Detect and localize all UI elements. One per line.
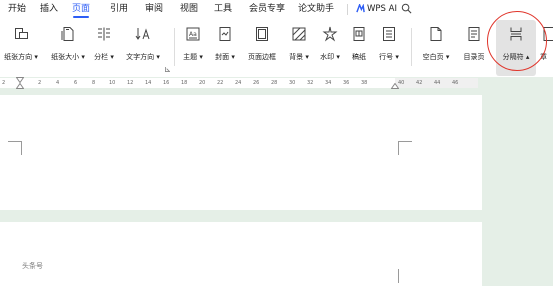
horizontal-ruler[interactable]: 2 2 4 6 8 10 12 14 16 18 20 22 24 26 28 … xyxy=(0,77,553,89)
page-orientation-icon xyxy=(15,28,28,39)
wps-ai-logo-icon xyxy=(356,2,365,13)
tab-home[interactable]: 开始 xyxy=(8,0,26,18)
background-button[interactable]: 背景 ▾ xyxy=(287,20,311,76)
cover-label: 封面 xyxy=(215,53,230,61)
left-indent-marker[interactable] xyxy=(16,83,24,89)
tab-view[interactable]: 视图 xyxy=(180,0,198,18)
ruler-tick: 44 xyxy=(434,80,441,86)
blank-page-label: 空白页 xyxy=(422,53,444,61)
cover-icon xyxy=(219,27,231,41)
separator-label: 分隔符 xyxy=(502,53,524,61)
ruler-tick: 2 xyxy=(38,80,42,86)
right-indent-marker[interactable] xyxy=(391,83,399,89)
ruler-tick: 6 xyxy=(74,80,78,86)
svg-text:Aa: Aa xyxy=(189,31,197,38)
background-icon xyxy=(292,27,306,41)
ruler-tick: 14 xyxy=(145,80,152,86)
theme-icon: Aa xyxy=(186,27,200,41)
toc-page-button[interactable]: 目录页 xyxy=(461,20,487,76)
page-orientation-button[interactable]: 纸张方向 ▾ xyxy=(2,20,40,76)
ruler-tick: 38 xyxy=(361,80,368,86)
tab-paper-assistant[interactable]: 论文助手 xyxy=(298,0,334,18)
margin-corner-mark xyxy=(398,141,412,155)
search-icon[interactable] xyxy=(401,3,412,14)
ruler-tick: 46 xyxy=(452,80,459,86)
ruler-tick: 36 xyxy=(343,80,350,86)
background-label: 背景 xyxy=(289,53,304,61)
menu-separator xyxy=(347,4,348,15)
tab-tools[interactable]: 工具 xyxy=(214,0,232,18)
text-direction-label: 文字方向 xyxy=(126,53,155,61)
columns-button[interactable]: 分栏 ▾ xyxy=(93,20,115,76)
ruler-tick: 24 xyxy=(235,80,242,86)
wps-ai-label: WPS AI xyxy=(367,4,397,14)
ruler-tick: 32 xyxy=(307,80,314,86)
ribbon-separator xyxy=(411,28,412,66)
page-border-button[interactable]: 页面边框 xyxy=(245,20,279,76)
section-label: 章 xyxy=(540,53,547,61)
ruler-tick: 8 xyxy=(92,80,96,86)
separator-button[interactable]: 分隔符 ▴ xyxy=(496,20,536,76)
dialog-launcher-icon[interactable] xyxy=(165,67,170,72)
text-direction-button[interactable]: 文字方向 ▾ xyxy=(124,20,162,76)
manuscript-paper-button[interactable]: 稿纸 xyxy=(350,20,368,76)
page-size-label: 纸张大小 xyxy=(51,53,80,61)
ruler-tick: 30 xyxy=(289,80,296,86)
manuscript-paper-label: 稿纸 xyxy=(352,53,366,61)
wps-ai-button[interactable]: WPS AI xyxy=(356,0,397,18)
text-direction-icon xyxy=(135,28,150,40)
tab-member[interactable]: 会员专享 xyxy=(249,0,285,18)
ruler-tick: 2 xyxy=(2,80,6,86)
margin-corner-mark xyxy=(8,141,22,155)
ribbon-toolbar: 纸张方向 ▾ 纸张大小 ▾ 分栏 ▾ 文字方向 ▾ Aa 主题 ▾ 封面 ▾ 页… xyxy=(0,20,553,78)
ruler-tick: 10 xyxy=(109,80,116,86)
line-numbers-button[interactable]: 行号 ▾ xyxy=(377,20,401,76)
tab-review[interactable]: 审阅 xyxy=(145,0,163,18)
page-size-icon xyxy=(61,27,74,41)
page-orientation-label: 纸张方向 xyxy=(4,53,33,61)
menu-bar: 开始 插入 页面 引用 审阅 视图 工具 会员专享 论文助手 WPS AI xyxy=(0,0,553,20)
watermark-button[interactable]: 水印 ▾ xyxy=(318,20,342,76)
toc-page-label: 目录页 xyxy=(463,53,485,61)
manuscript-paper-icon xyxy=(353,27,365,41)
ruler-tick: 20 xyxy=(199,80,206,86)
ruler-tick: 34 xyxy=(325,80,332,86)
page-border-icon xyxy=(256,27,268,41)
page-border-label: 页面边框 xyxy=(248,53,276,61)
ruler-tick: 12 xyxy=(127,80,134,86)
header-label: 头条号 xyxy=(22,262,43,270)
tab-page[interactable]: 页面 xyxy=(72,0,90,18)
blank-page-icon xyxy=(430,27,442,41)
document-page[interactable]: 头条号 xyxy=(0,222,482,286)
line-numbers-icon xyxy=(383,27,395,41)
section-button[interactable]: 章 xyxy=(540,20,553,76)
line-numbers-label: 行号 xyxy=(379,53,394,61)
page-size-button[interactable]: 纸张大小 ▾ xyxy=(48,20,88,76)
cover-button[interactable]: 封面 ▾ xyxy=(212,20,238,76)
columns-icon xyxy=(98,27,110,41)
tab-insert[interactable]: 插入 xyxy=(40,0,58,18)
theme-label: 主题 xyxy=(183,53,198,61)
margin-corner-mark xyxy=(398,269,399,283)
watermark-icon xyxy=(322,26,338,42)
separator-icon xyxy=(510,27,522,41)
ruler-tick: 26 xyxy=(253,80,260,86)
blank-page-button[interactable]: 空白页 ▾ xyxy=(420,20,452,76)
ruler-tick: 42 xyxy=(416,80,423,86)
watermark-label: 水印 xyxy=(320,53,335,61)
ruler-tick: 4 xyxy=(56,80,60,86)
document-page[interactable] xyxy=(0,95,482,210)
columns-label: 分栏 xyxy=(94,53,109,61)
ruler-tick: 18 xyxy=(181,80,188,86)
ruler-tick: 22 xyxy=(217,80,224,86)
ruler-tick: 16 xyxy=(163,80,170,86)
ruler-tick: 28 xyxy=(271,80,278,86)
theme-button[interactable]: Aa 主题 ▾ xyxy=(181,20,205,76)
toc-page-icon xyxy=(468,27,480,41)
section-icon xyxy=(543,27,553,41)
tab-references[interactable]: 引用 xyxy=(110,0,128,18)
